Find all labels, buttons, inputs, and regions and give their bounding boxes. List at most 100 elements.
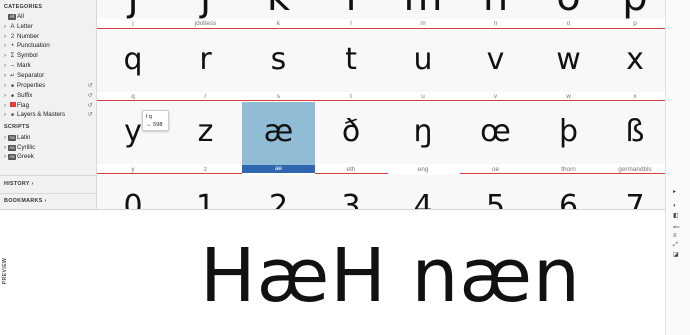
glyph-cell[interactable]: ß (605, 102, 665, 164)
glyph-name: germandbls (618, 166, 652, 173)
glyph-preview: þ (558, 114, 579, 149)
sidebar-item-latin[interactable]: › Aa Latin (2, 133, 94, 143)
reset-icon[interactable]: ↺ (86, 102, 94, 109)
tooltip-width-line: ↔ 598 (146, 122, 163, 128)
reset-icon[interactable]: ↺ (86, 82, 94, 89)
scripts-heading: SCRIPTS (4, 124, 30, 130)
sidebar-item-separator[interactable]: › ↵ Separator (2, 71, 94, 81)
sidebar-item-label: Mark (17, 62, 31, 70)
row-separator (97, 173, 242, 174)
glyph-cell[interactable]: v (459, 30, 532, 92)
bookmarks-section-toggle[interactable]: BOOKMARKS › (4, 198, 47, 204)
glyph-cell[interactable]: l (315, 0, 387, 19)
glyph-preview: 6 (558, 189, 579, 209)
glyph-cell[interactable]: s (242, 30, 315, 92)
sidebar-item-all[interactable]: All All (2, 12, 94, 22)
glyph-cell[interactable]: ŋ (387, 102, 459, 164)
preview-label: PREVIEW (2, 257, 8, 285)
glyph-cell[interactable]: œ (459, 102, 532, 164)
glyph-preview: z (197, 114, 214, 149)
glyph-name: y (131, 166, 135, 173)
latin-script-icon: Aa (8, 134, 16, 142)
bookmarks-label: BOOKMARKS (4, 198, 43, 204)
glyph-name: s (276, 93, 281, 100)
glyph-cell[interactable]: u (387, 30, 459, 92)
glyph-name: u (421, 93, 425, 100)
glyph-preview: 7 (625, 189, 645, 209)
glyph-cell[interactable]: 1 (169, 175, 242, 209)
glyph-cell[interactable]: 6 (532, 175, 605, 209)
history-label: HISTORY (4, 181, 30, 187)
glyph-cell[interactable]: k (242, 0, 315, 19)
sidebar-item-mark[interactable]: › – Mark (2, 61, 94, 71)
glyph-name: k (276, 20, 281, 27)
theme-icon[interactable]: ◪ (673, 251, 679, 258)
glyph-name: eng (417, 166, 429, 173)
glyph-cell[interactable]: 0 (97, 175, 169, 209)
reset-icon[interactable]: ↺ (86, 92, 94, 99)
chevron-right-icon: › (44, 198, 47, 204)
glyph-cell[interactable]: z (169, 102, 242, 164)
tool-icon[interactable]: ◧ (673, 212, 679, 219)
glyph-cell[interactable]: 4 (387, 175, 459, 209)
glyph-cell[interactable]: 7 (605, 175, 665, 209)
glyph-preview: w (556, 42, 581, 77)
glyph-cell[interactable]: 2 (242, 175, 315, 209)
glyph-name: oe (491, 166, 500, 173)
glyph-cell[interactable]: 3 (315, 175, 387, 209)
tooltip-glyph-line: ſ q (146, 114, 152, 120)
expand-icon[interactable]: ⤢ (673, 242, 678, 249)
sidebar-item-layers-masters[interactable]: › ■ Layers & Masters ↺ (2, 110, 94, 120)
mark-icon: – (10, 62, 15, 69)
glyph-cell[interactable]: p (605, 0, 665, 19)
sidebar-item-label: Cyrillic (17, 144, 36, 152)
glyph-preview: s (270, 42, 287, 77)
sidebar-item-suffix[interactable]: › ■ Suffix ↺ (2, 91, 94, 101)
sidebar-item-punctuation[interactable]: › • Punctuation (2, 41, 94, 51)
glyph-name: w (566, 93, 571, 100)
sidebar-item-label: Layers & Masters (17, 111, 66, 119)
glyph-cell[interactable]: 5 (459, 175, 532, 209)
glyph-name: thorn (561, 166, 576, 173)
all-icon: All (8, 13, 16, 21)
row-separator (460, 173, 665, 174)
glyph-preview: 3 (341, 189, 361, 209)
glyph-name: o (566, 20, 571, 27)
glyph-cell[interactable]: t (315, 30, 387, 92)
contrast-icon[interactable]: ◐ (673, 203, 677, 209)
glyph-name: z (203, 166, 208, 173)
glyph-cell-selected[interactable]: æ (242, 102, 315, 165)
glyph-cell[interactable]: ð (315, 102, 387, 164)
sidebar-item-label: Flag (17, 102, 30, 110)
glyph-cell[interactable]: q (97, 30, 169, 92)
abc-icon[interactable]: abc (673, 224, 679, 229)
glyph-cell[interactable]: n (459, 0, 532, 19)
panel-collapse-icon[interactable]: ▸ (673, 188, 676, 195)
sidebar-item-properties[interactable]: › ■ Properties ↺ (2, 81, 94, 91)
glyph-cell[interactable]: w (532, 30, 605, 92)
glyph-cell[interactable]: x (605, 30, 665, 92)
align-icon[interactable]: ≡ (673, 233, 677, 239)
preview-text[interactable]: HæH næn (200, 231, 581, 321)
glyph-cell[interactable]: þ (532, 102, 605, 164)
sidebar-item-label: Symbol (17, 52, 38, 60)
sidebar-item-greek[interactable]: › Αα Greek (2, 152, 94, 162)
right-inspector-strip: ▸ ◐ ◧ abc ≡ ⤢ ◪ (665, 0, 690, 335)
sidebar-item-symbol[interactable]: › Σ Symbol (2, 51, 94, 61)
glyph-preview: x (626, 42, 644, 77)
history-section-toggle[interactable]: HISTORY › (4, 181, 34, 187)
glyph-name: n (493, 20, 498, 27)
glyph-preview: œ (480, 114, 511, 149)
sidebar-item-label: Greek (17, 153, 34, 161)
chevron-right-icon: › (31, 181, 34, 187)
glyph-cell[interactable]: m (387, 0, 459, 19)
glyph-preview: r (199, 42, 212, 77)
glyph-cell[interactable]: j (97, 0, 169, 19)
glyph-cell[interactable]: r (169, 30, 242, 92)
sidebar-item-letter[interactable]: › A Letter (2, 22, 94, 32)
glyph-cell[interactable]: o (532, 0, 605, 19)
glyph-cell[interactable]: ȷ (169, 0, 242, 19)
sidebar-item-label: Punctuation (17, 42, 50, 50)
reset-icon[interactable]: ↺ (86, 111, 94, 118)
glyph-info-tooltip: ſ q ↔ 598 (142, 110, 169, 131)
